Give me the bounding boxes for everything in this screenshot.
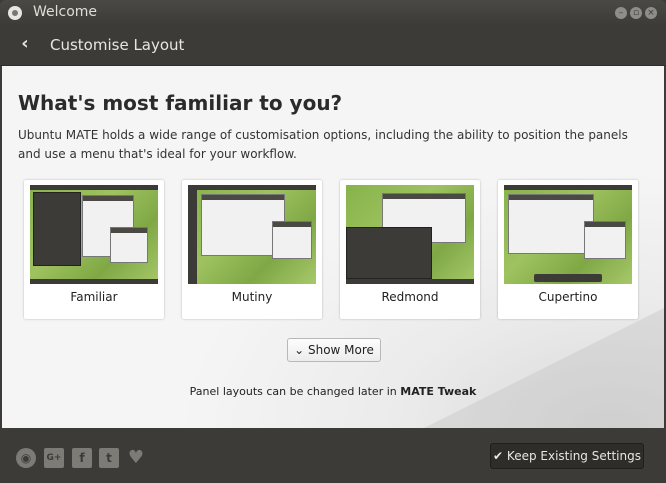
content-area: What's most familiar to you? Ubuntu MATE… (2, 66, 664, 428)
footnote-text: Panel layouts can be changed later in (189, 385, 401, 398)
mutiny-preview-image (188, 185, 316, 284)
google-plus-icon[interactable]: G+ (44, 448, 64, 468)
footnote-app-name: MATE Tweak (400, 385, 477, 398)
app-icon (8, 6, 22, 20)
maximize-button[interactable]: ▫ (630, 7, 642, 19)
ubuntu-mate-icon[interactable]: ◉ (16, 448, 36, 468)
layout-label: Redmond (381, 290, 439, 304)
layout-card-familiar[interactable]: Familiar (24, 180, 164, 319)
layout-label: Cupertino (538, 290, 598, 304)
chevron-down-icon: ⌄ (294, 343, 305, 357)
page-title: Customise Layout (50, 36, 185, 54)
main-heading: What's most familiar to you? (18, 91, 343, 115)
checkmark-icon: ✔ (493, 449, 504, 463)
page-header: ‹ Customise Layout (0, 26, 666, 66)
layout-card-mutiny[interactable]: Mutiny (182, 180, 322, 319)
close-button[interactable]: × (645, 7, 657, 19)
background-facet (424, 308, 664, 428)
cupertino-preview-image (504, 185, 632, 284)
redmond-preview-image (346, 185, 474, 284)
minimize-button[interactable]: – (615, 7, 627, 19)
description-text: Ubuntu MATE holds a wide range of custom… (18, 128, 628, 161)
back-button[interactable]: ‹ (14, 34, 36, 56)
window-title: Welcome (33, 4, 98, 20)
keep-existing-settings-button[interactable]: ✔ Keep Existing Settings (490, 443, 644, 469)
show-more-label: Show More (307, 343, 374, 357)
heart-icon[interactable]: ♥ (126, 448, 146, 468)
layout-card-redmond[interactable]: Redmond (340, 180, 480, 319)
facebook-icon[interactable]: f (72, 448, 92, 468)
twitter-icon[interactable]: t (99, 448, 119, 468)
layout-card-cupertino[interactable]: Cupertino (498, 180, 638, 319)
show-more-button[interactable]: ⌄ Show More (287, 338, 381, 362)
window-titlebar: Welcome – ▫ × (0, 0, 666, 26)
footnote: Panel layouts can be changed later in MA… (2, 385, 664, 398)
familiar-preview-image (30, 185, 158, 284)
layout-label: Mutiny (231, 290, 273, 304)
footer-bar: ◉ G+ f t ♥ ✔ Keep Existing Settings (0, 428, 666, 483)
layout-label: Familiar (70, 290, 118, 304)
keep-existing-label: Keep Existing Settings (506, 449, 641, 463)
